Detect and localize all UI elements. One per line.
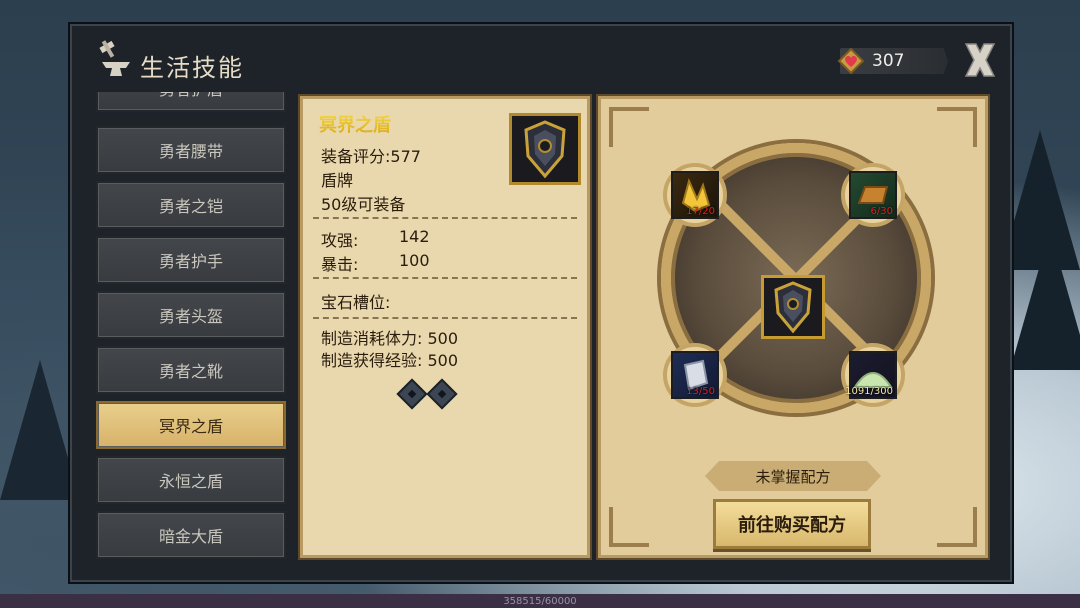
exp-bar: 358515/60000 — [0, 594, 1080, 608]
ornament — [937, 107, 977, 147]
life-skills-window: 生活技能 307 勇者护盾 勇者腰带 勇者之铠 勇者护手 勇者头盔 勇者之靴 冥… — [68, 22, 1014, 584]
ornament — [609, 507, 649, 547]
shield-icon — [524, 120, 566, 179]
ornament — [937, 507, 977, 547]
recipe-status: 未掌握配方 — [705, 461, 881, 491]
craft-exp-gain: 制造获得经验: 500 — [321, 351, 459, 370]
stat-value: 142 — [399, 227, 430, 246]
gem-slot[interactable] — [396, 378, 428, 410]
recipe-panel: 17/20 6/30 13/50 1091/300 未掌握配方 前往购买配方 — [598, 96, 988, 558]
item-score: 装备评分:577 — [321, 147, 421, 166]
gem-slot[interactable] — [426, 378, 458, 410]
list-item[interactable]: 勇者护盾 — [96, 92, 286, 112]
material-count: 17/20 — [686, 206, 715, 217]
gem-count: 307 — [872, 51, 905, 71]
window-title: 生活技能 — [140, 54, 244, 82]
shield-icon — [774, 281, 812, 334]
gold-crystal-icon[interactable]: 17/20 — [671, 171, 719, 219]
list-item[interactable]: 勇者腰带 — [96, 126, 286, 174]
divider — [313, 217, 577, 219]
recipe-list[interactable]: 勇者护盾 勇者腰带 勇者之铠 勇者护手 勇者头盔 勇者之靴 冥界之盾 永恒之盾 … — [88, 92, 294, 566]
gem-slots-label: 宝石槽位: — [321, 293, 391, 312]
list-item[interactable]: 勇者之铠 — [96, 181, 286, 229]
buy-recipe-button[interactable]: 前往购买配方 — [713, 499, 871, 549]
stat-value: 100 — [399, 251, 430, 270]
list-item-selected[interactable]: 冥界之盾 — [96, 401, 286, 449]
item-name: 冥界之盾 — [319, 111, 391, 137]
gold-ingot-icon[interactable]: 6/30 — [849, 171, 897, 219]
heart-gem-icon — [837, 47, 865, 75]
item-type: 盾牌 — [321, 171, 354, 190]
list-item[interactable]: 暗金大盾 — [96, 511, 286, 559]
craft-stamina-cost: 制造消耗体力: 500 — [321, 329, 459, 348]
close-icon[interactable] — [962, 40, 998, 80]
tree-silhouette — [1010, 230, 1080, 370]
silver-ore-icon[interactable]: 13/50 — [671, 351, 719, 399]
powder-pile-icon[interactable]: 1091/300 — [845, 351, 897, 399]
list-item[interactable]: 勇者头盔 — [96, 291, 286, 339]
list-item[interactable]: 勇者之靴 — [96, 346, 286, 394]
list-item[interactable]: 永恒之盾 — [96, 456, 286, 504]
result-item-slot[interactable] — [761, 275, 825, 339]
stat-label: 暴击: — [321, 255, 359, 274]
list-item[interactable]: 勇者护手 — [96, 236, 286, 284]
ornament — [609, 107, 649, 147]
item-level-requirement: 50级可装备 — [321, 195, 406, 214]
material-count: 6/30 — [870, 206, 893, 217]
divider — [313, 277, 577, 279]
material-count: 1091/300 — [845, 386, 893, 397]
divider — [313, 317, 577, 319]
material-count: 13/50 — [686, 386, 715, 397]
stat-label: 攻强: — [321, 231, 359, 250]
anvil-hammer-icon — [99, 40, 130, 76]
exp-value: 358515/60000 — [503, 595, 577, 607]
item-detail-panel: 冥界之盾 装备评分:577 盾牌 50级可装备 攻强: 142 暴击: 100 … — [300, 96, 590, 558]
item-thumbnail[interactable] — [509, 113, 581, 185]
